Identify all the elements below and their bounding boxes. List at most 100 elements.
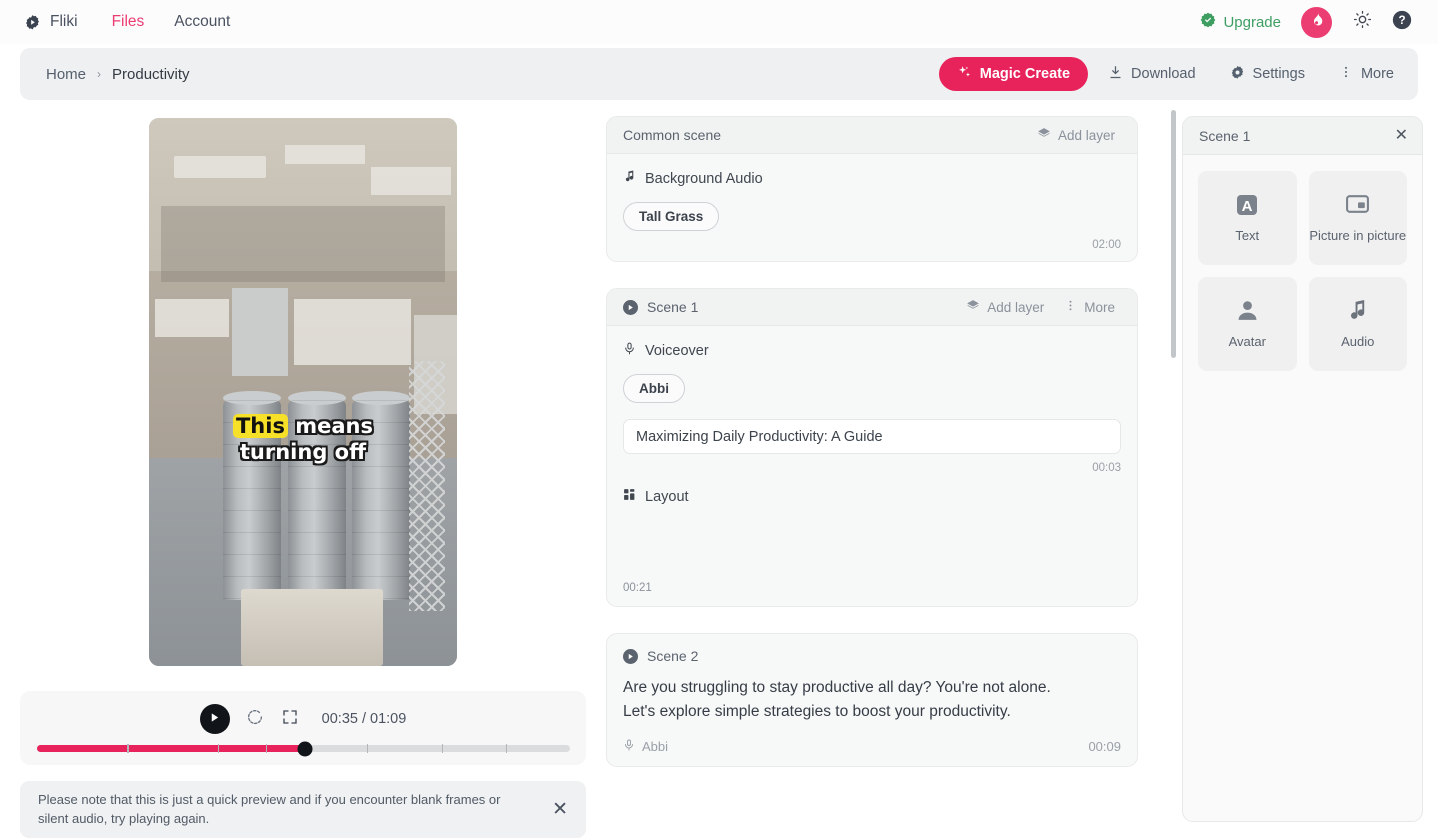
progress-scrubber-handle[interactable] (297, 741, 313, 756)
breadcrumb: Home › Productivity (46, 66, 190, 83)
scene-2-card: Scene 2 Are you struggling to stay produ… (606, 633, 1138, 767)
breadcrumb-home[interactable]: Home (46, 66, 86, 83)
caption-line-2: turning off (239, 439, 367, 464)
scene-1-layout-body: Layout 00:21 (607, 484, 1137, 606)
sun-icon (1353, 10, 1372, 34)
dots-vertical-icon (1339, 65, 1353, 83)
brand-logo-link[interactable]: Fliki (24, 13, 78, 31)
fullscreen-icon (282, 709, 298, 730)
layout-section-label: Layout (623, 488, 1121, 505)
layer-option-picture-in-picture[interactable]: Picture in picture (1308, 171, 1407, 265)
common-scene-title: Common scene (623, 127, 722, 143)
help-button[interactable]: ? (1392, 10, 1412, 35)
fliki-gear-play-logo-icon (24, 14, 41, 31)
progress-tick (265, 744, 268, 753)
scene-1-voice-pill[interactable]: Abbi (623, 374, 685, 403)
breadcrumb-productivity[interactable]: Productivity (112, 66, 190, 83)
scene-2-play-button[interactable] (623, 648, 638, 664)
video-preview[interactable]: This means turning off (149, 118, 457, 666)
scene-1-card: Scene 1 Add layer More Voiceover Abbi Ma… (606, 288, 1138, 607)
scene-1-script-text: Maximizing Daily Productivity: A Guide (636, 428, 883, 445)
nav-link-files[interactable]: Files (112, 13, 145, 31)
common-scene-body: Background Audio Tall Grass 02:00 (607, 154, 1137, 261)
project-toolbar: Home › Productivity Magic Create Downloa… (20, 48, 1418, 100)
common-add-layer-button[interactable]: Add layer (1029, 122, 1123, 149)
magic-create-button[interactable]: Magic Create (938, 57, 1089, 91)
common-scene-header-actions: Add layer (1029, 122, 1123, 149)
player-time-display: 00:35 / 01:09 (321, 711, 407, 727)
more-label: More (1360, 66, 1394, 82)
scene-1-more-button[interactable]: More (1056, 294, 1123, 320)
scene-2-script-text[interactable]: Are you struggling to stay productive al… (623, 676, 1059, 725)
scene-1-more-label: More (1084, 299, 1115, 315)
close-icon[interactable]: ✕ (1395, 127, 1408, 144)
player-button-row: 00:35 / 01:09 (199, 704, 407, 734)
upgrade-button[interactable]: Upgrade (1200, 12, 1281, 32)
scene-1-script-input[interactable]: Maximizing Daily Productivity: A Guide (623, 419, 1121, 454)
main-content: This means turning off 00:35 / 01:09 Ple… (0, 100, 1438, 838)
nav-link-account[interactable]: Account (174, 13, 230, 31)
microphone-icon (623, 342, 636, 359)
scene-1-voiceover-body: Voiceover Abbi Maximizing Daily Producti… (607, 326, 1137, 484)
common-add-layer-label: Add layer (1057, 127, 1115, 143)
download-icon (1108, 65, 1123, 84)
play-button[interactable] (199, 704, 230, 734)
flame-icon (1309, 12, 1325, 33)
video-player-controls: 00:35 / 01:09 (20, 691, 586, 765)
restart-icon (246, 708, 264, 731)
settings-button[interactable]: Settings (1216, 57, 1319, 92)
man-by-whiteboard-thumbnail[interactable] (1073, 676, 1121, 724)
layout-label: Layout (645, 488, 689, 505)
layer-option-text[interactable]: A Text (1198, 171, 1297, 265)
brand-name: Fliki (50, 13, 78, 30)
music-note-icon (1345, 298, 1371, 324)
scene-list-column: Common scene Add layer Background Audio … (606, 104, 1182, 838)
background-audio-section-label: Background Audio (623, 170, 1121, 187)
layer-option-pip-label: Picture in picture (1309, 227, 1407, 243)
restart-button[interactable] (246, 708, 265, 731)
background-audio-track-pill[interactable]: Tall Grass (623, 202, 720, 231)
common-scene-card: Common scene Add layer Background Audio … (606, 116, 1138, 262)
sparkles-icon (957, 65, 972, 84)
upgrade-label: Upgrade (1223, 13, 1281, 31)
close-icon[interactable]: ✕ (552, 800, 568, 819)
progress-tick (217, 744, 220, 753)
scene-1-title: Scene 1 (647, 299, 699, 315)
user-avatar-button[interactable] (1301, 6, 1332, 38)
background-audio-label: Background Audio (645, 170, 763, 187)
progress-tick (366, 744, 369, 753)
common-scene-duration: 02:00 (1092, 239, 1121, 251)
caption-highlighted-word: This (232, 413, 288, 438)
scene-1-layout-thumb-duration: 00:21 (623, 582, 652, 594)
progress-fill (36, 745, 305, 752)
scene-1-header: Scene 1 Add layer More (607, 289, 1137, 326)
scene-1-layout-item[interactable]: 00:21 (623, 520, 667, 594)
woman-studying-at-desk-thumbnail[interactable] (623, 520, 667, 577)
fullscreen-button[interactable] (281, 709, 300, 730)
more-button[interactable]: More (1325, 57, 1408, 91)
nav-right-actions: Upgrade ? (1200, 6, 1420, 38)
layer-option-audio[interactable]: Audio (1308, 277, 1407, 371)
scene-1-play-button[interactable] (623, 299, 638, 315)
progress-tick (505, 744, 508, 753)
scene-2-footer: Abbi 00:09 (623, 739, 1121, 754)
progress-tick (441, 744, 444, 753)
verified-badge-icon (1200, 12, 1216, 32)
scene-1-add-layer-button[interactable]: Add layer (958, 294, 1052, 321)
layer-option-grid: A Text Picture in picture Avatar Audio (1183, 155, 1422, 387)
caption-rest-word: means (287, 413, 374, 438)
help-circle-icon: ? (1392, 10, 1412, 35)
toolbar-wrapper: Home › Productivity Magic Create Downloa… (0, 44, 1438, 100)
download-button[interactable]: Download (1094, 57, 1210, 92)
scene-2-title: Scene 2 (647, 648, 699, 664)
preview-scaffold-tower (409, 361, 445, 612)
svg-text:A: A (1242, 198, 1253, 215)
voiceover-label: Voiceover (645, 342, 709, 359)
scene-scroll-area[interactable]: Common scene Add layer Background Audio … (606, 116, 1182, 834)
player-progress-bar[interactable] (36, 741, 570, 756)
person-icon (1234, 298, 1260, 324)
layer-option-avatar[interactable]: Avatar (1198, 277, 1297, 371)
grid-layout-icon (623, 488, 636, 505)
theme-toggle-button[interactable] (1352, 10, 1372, 34)
scene-list-scrollbar[interactable] (1171, 110, 1176, 358)
